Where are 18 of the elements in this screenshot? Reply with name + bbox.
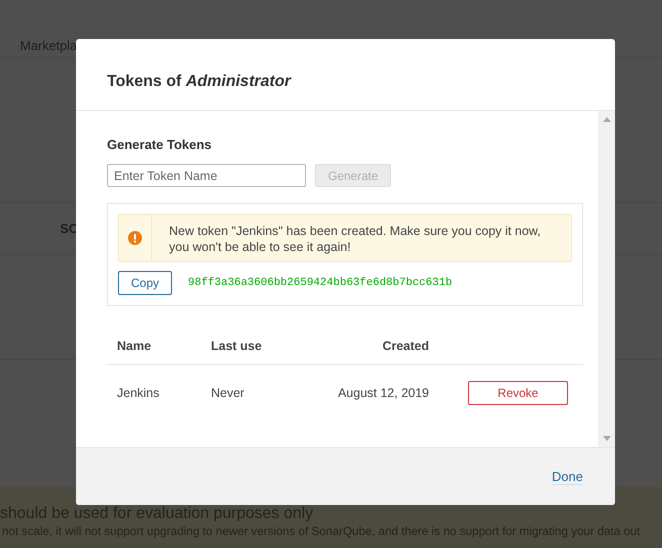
column-header: Name [116, 339, 152, 353]
dialog-title: Tokens of Administrator [107, 72, 291, 90]
table-cell-text: Jenkins [116, 386, 160, 400]
scroll-up-icon[interactable] [602, 117, 610, 122]
alert-message: New token "Jenkins" has been created. Make sure you copy it now, you won't be able to see it again! [168, 223, 542, 256]
column-header: Created [381, 339, 429, 353]
table-cell-text: August 12, 2019 [336, 386, 429, 400]
scroll-down-icon[interactable] [602, 436, 610, 441]
token-name-field[interactable]: Enter Token Name [107, 164, 306, 187]
scrollbar[interactable] [598, 111, 615, 447]
token-value: 98ff3a36a3606bb2659424bb63fe6d8b7bcc631b [188, 277, 452, 289]
revoke-button[interactable]: Revoke [468, 381, 568, 405]
section-title: Generate Tokens [107, 137, 212, 152]
done-link[interactable]: Done [552, 468, 583, 484]
table-cell-text: Never [211, 386, 246, 400]
copy-button[interactable]: Copy [118, 271, 172, 295]
warning-icon [128, 231, 142, 245]
column-header: Last use [211, 339, 263, 353]
